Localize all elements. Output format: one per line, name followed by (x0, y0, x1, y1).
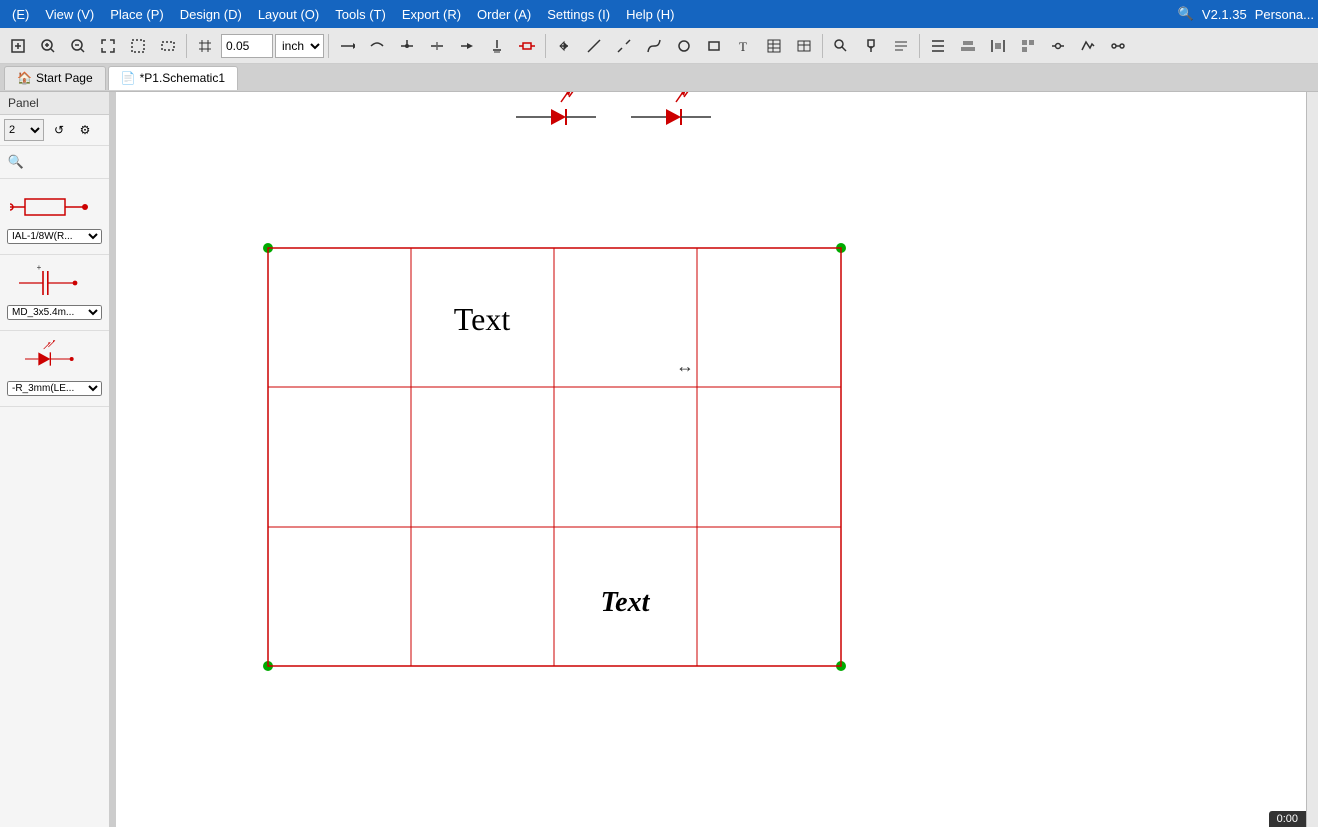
diode-pair-1 (516, 92, 596, 125)
sep2 (328, 34, 329, 58)
tab-start-icon: 🏠 (17, 71, 32, 85)
menu-place[interactable]: Place (P) (102, 5, 171, 24)
grid-button[interactable] (191, 32, 219, 60)
wire-tool[interactable] (333, 32, 361, 60)
menu-view[interactable]: View (V) (37, 5, 102, 24)
menu-help[interactable]: Help (H) (618, 5, 682, 24)
component-capacitor: + MD_3x5.4m... (0, 255, 109, 331)
tab-schema-icon: 📄 (121, 71, 136, 85)
diode-label: -R_3mm(LE... (5, 379, 104, 398)
menu-order[interactable]: Order (A) (469, 5, 539, 24)
tab-bar: 🏠 Start Page 📄 *P1.Schematic1 (0, 64, 1318, 92)
sidebar: Panel 213 ↺ ⚙ 🔍 IAL-1/8W(R... (0, 92, 110, 827)
schematic-canvas: Text Text ↔ (116, 92, 1306, 827)
zoom-area2-button[interactable] (154, 32, 182, 60)
panel-title: Panel (8, 96, 39, 110)
resistor-select[interactable]: IAL-1/8W(R... (7, 229, 102, 244)
status-time: 0:00 (1277, 813, 1298, 825)
component-resistor: IAL-1/8W(R... (0, 179, 109, 255)
table-tool[interactable] (790, 32, 818, 60)
toolbar: inch mm mil T (0, 28, 1318, 64)
svg-text:T: T (739, 39, 747, 54)
menu-layout[interactable]: Layout (O) (250, 5, 327, 24)
align-center[interactable] (954, 32, 982, 60)
extra1[interactable] (1014, 32, 1042, 60)
pushpin-tool[interactable] (857, 32, 885, 60)
sep4 (822, 34, 823, 58)
menu-design[interactable]: Design (D) (172, 5, 250, 24)
tab-schema-label: *P1.Schematic1 (140, 71, 225, 85)
main-layout: Panel 213 ↺ ⚙ 🔍 IAL-1/8W(R... (0, 92, 1318, 827)
extra3[interactable] (1074, 32, 1102, 60)
arc-tool[interactable] (610, 32, 638, 60)
tab-start-label: Start Page (36, 71, 93, 85)
panel-settings-btn[interactable]: ⚙ (74, 119, 96, 141)
capacitor-symbol: + (10, 263, 100, 303)
text-tool[interactable]: T (730, 32, 758, 60)
diode-pair-2 (631, 92, 711, 125)
capacitor-label: MD_3x5.4m... (5, 303, 104, 322)
search-icon[interactable]: 🔍 (1178, 6, 1194, 22)
sep1 (186, 34, 187, 58)
place-rect-tool[interactable] (550, 32, 578, 60)
statusbar: 0:00 (1269, 811, 1306, 827)
unit-select[interactable]: inch mm mil (275, 34, 324, 58)
diode-symbol (10, 339, 100, 379)
menu-export[interactable]: Export (R) (394, 5, 469, 24)
tab-start[interactable]: 🏠 Start Page (4, 66, 106, 90)
panel-zoom-select[interactable]: 213 (4, 119, 44, 141)
power-tool[interactable] (483, 32, 511, 60)
netlist-tool[interactable] (760, 32, 788, 60)
distribute-h[interactable] (984, 32, 1012, 60)
capacitor-select[interactable]: MD_3x5.4m... (7, 305, 102, 320)
zoom-area-button[interactable] (124, 32, 152, 60)
panel-controls: 213 ↺ ⚙ (0, 115, 109, 146)
param-tool[interactable] (887, 32, 915, 60)
line-tool[interactable] (580, 32, 608, 60)
extra2[interactable] (1044, 32, 1072, 60)
resistor-symbol (10, 187, 100, 227)
netlabel-tool[interactable] (453, 32, 481, 60)
rect-tool[interactable] (700, 32, 728, 60)
menu-bar: (E) View (V) Place (P) Design (D) Layout… (0, 0, 1318, 28)
bus-tool[interactable] (363, 32, 391, 60)
fit-button[interactable] (94, 32, 122, 60)
cell-text-0-1: Text (454, 301, 511, 337)
zoom-input-group: inch mm mil (221, 34, 324, 58)
zoom-input[interactable] (221, 34, 273, 58)
panel-refresh-btn[interactable]: ↺ (48, 119, 70, 141)
component-diode: -R_3mm(LE... (0, 331, 109, 407)
sep5 (919, 34, 920, 58)
menu-settings[interactable]: Settings (I) (539, 5, 618, 24)
zoom-out-button[interactable] (64, 32, 92, 60)
version-label: V2.1.35 (1202, 7, 1247, 22)
sep3 (545, 34, 546, 58)
panel-search-icon[interactable]: 🔍 (4, 150, 28, 174)
extra4[interactable] (1104, 32, 1132, 60)
resistor-label: IAL-1/8W(R... (5, 227, 104, 246)
new-button[interactable] (4, 32, 32, 60)
search-tool[interactable] (827, 32, 855, 60)
scrollbar-right[interactable] (1306, 92, 1318, 827)
menu-e[interactable]: (E) (4, 5, 37, 24)
persona-label[interactable]: Persona... (1255, 7, 1314, 22)
bezier-tool[interactable] (640, 32, 668, 60)
resize-cursor-indicator: ↔ (676, 356, 694, 376)
canvas-area[interactable]: Text Text ↔ 0:00 (116, 92, 1306, 827)
component-tool[interactable] (513, 32, 541, 60)
panel-header: Panel (0, 92, 109, 115)
cell-text-2-2: Text (601, 587, 651, 618)
menu-tools[interactable]: Tools (T) (327, 5, 394, 24)
panel-search: 🔍 (0, 146, 109, 179)
noconnect-tool[interactable] (423, 32, 451, 60)
align-left[interactable] (924, 32, 952, 60)
zoom-in-button[interactable] (34, 32, 62, 60)
diode-select[interactable]: -R_3mm(LE... (7, 381, 102, 396)
svg-text:+: + (36, 263, 41, 272)
junction-tool[interactable] (393, 32, 421, 60)
tab-schema[interactable]: 📄 *P1.Schematic1 (108, 66, 238, 90)
circle-tool[interactable] (670, 32, 698, 60)
